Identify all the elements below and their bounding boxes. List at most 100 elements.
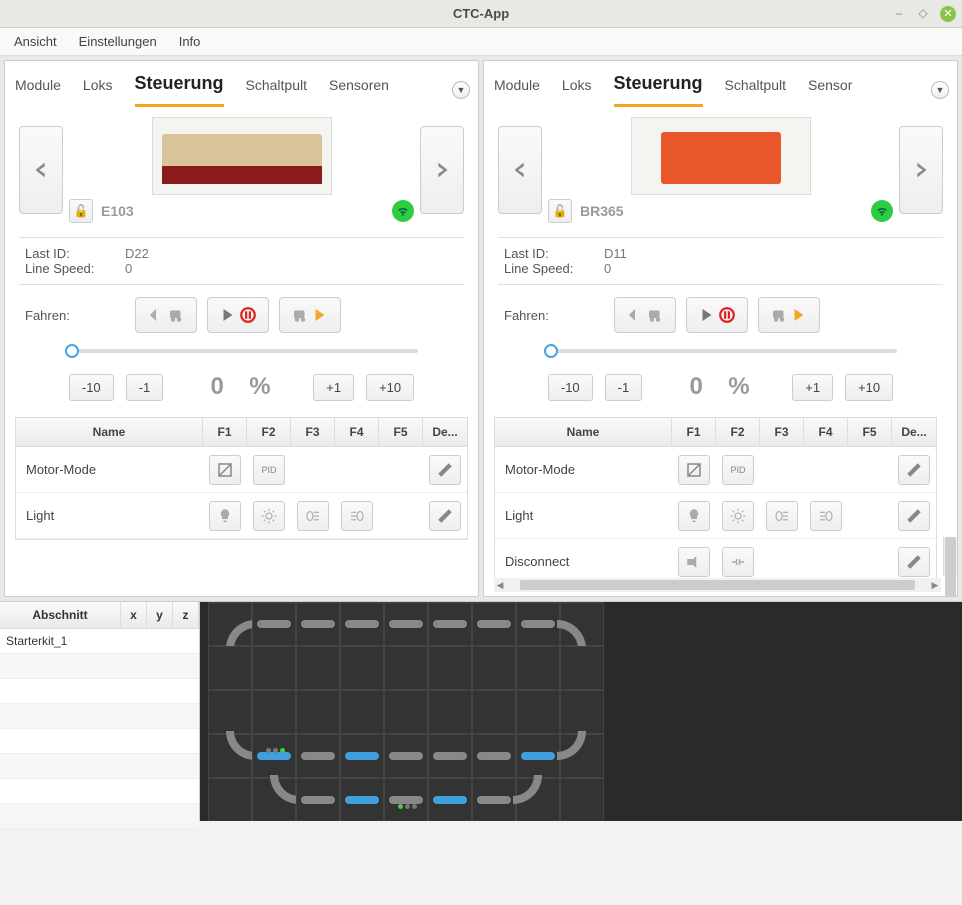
speed-slider[interactable] xyxy=(65,349,418,353)
col-f3[interactable]: F3 xyxy=(760,418,804,446)
drive-reverse-button[interactable] xyxy=(135,297,197,333)
maximize-button[interactable]: ◇ xyxy=(916,6,930,20)
track-canvas[interactable] xyxy=(200,602,962,821)
col-f1[interactable]: F1 xyxy=(203,418,247,446)
light-f4-button[interactable] xyxy=(341,501,373,531)
col-de[interactable]: De... xyxy=(423,418,467,446)
light-f3-button[interactable] xyxy=(297,501,329,531)
light-f2-button[interactable] xyxy=(253,501,285,531)
speed-minus-10-button[interactable]: -10 xyxy=(69,374,114,401)
row-motor-mode: Motor-Mode xyxy=(495,454,672,485)
col-f1[interactable]: F1 xyxy=(672,418,716,446)
edit-light-button[interactable] xyxy=(898,501,930,531)
wifi-icon xyxy=(392,200,414,222)
loco-image xyxy=(152,117,332,195)
edit-light-button[interactable] xyxy=(429,501,461,531)
section-row[interactable] xyxy=(0,754,199,779)
line-speed-value: 0 xyxy=(125,261,132,276)
edit-disconnect-button[interactable] xyxy=(898,547,930,577)
col-f4[interactable]: F4 xyxy=(335,418,379,446)
speed-minus-1-button[interactable]: -1 xyxy=(605,374,643,401)
drive-play-pause-button[interactable] xyxy=(686,297,748,333)
drive-reverse-button[interactable] xyxy=(614,297,676,333)
speed-minus-1-button[interactable]: -1 xyxy=(126,374,164,401)
vertical-scrollbar[interactable] xyxy=(943,537,957,576)
tab-loks[interactable]: Loks xyxy=(562,77,592,103)
disconnect-f2-button[interactable] xyxy=(722,547,754,577)
wifi-icon xyxy=(871,200,893,222)
horizontal-scrollbar[interactable]: ◀▶ xyxy=(494,578,941,592)
tab-schaltpult[interactable]: Schaltpult xyxy=(725,77,786,103)
drive-forward-button[interactable] xyxy=(279,297,341,333)
col-f2[interactable]: F2 xyxy=(716,418,760,446)
speed-plus-1-button[interactable]: +1 xyxy=(313,374,354,401)
close-button[interactable]: ✕ xyxy=(940,6,956,22)
section-row[interactable]: Starterkit_1 xyxy=(0,629,199,654)
control-panel-right: Module Loks Steuerung Schaltpult Sensor … xyxy=(483,60,958,597)
menu-info[interactable]: Info xyxy=(179,34,201,49)
light-f1-button[interactable] xyxy=(678,501,710,531)
col-de[interactable]: De... xyxy=(892,418,936,446)
motor-dir-button[interactable] xyxy=(678,455,710,485)
prev-loco-button[interactable] xyxy=(498,126,542,214)
lock-button[interactable]: 🔓 xyxy=(69,199,93,223)
section-row[interactable] xyxy=(0,654,199,679)
tab-overflow-button[interactable]: ▼ xyxy=(452,81,470,99)
col-f5[interactable]: F5 xyxy=(848,418,892,446)
drive-play-pause-button[interactable] xyxy=(207,297,269,333)
col-name: Name xyxy=(495,418,672,446)
tab-steuerung[interactable]: Steuerung xyxy=(614,73,703,107)
light-f4-button[interactable] xyxy=(810,501,842,531)
tab-sensoren[interactable]: Sensor xyxy=(808,77,852,103)
disconnect-f1-button[interactable] xyxy=(678,547,710,577)
last-id-value: D11 xyxy=(604,246,627,261)
speed-plus-1-button[interactable]: +1 xyxy=(792,374,833,401)
light-f1-button[interactable] xyxy=(209,501,241,531)
col-y[interactable]: y xyxy=(147,602,173,628)
tab-module[interactable]: Module xyxy=(494,77,540,103)
motor-pid-button[interactable]: PID xyxy=(253,455,285,485)
next-loco-button[interactable] xyxy=(899,126,943,214)
section-table: Abschnitt x y z Starterkit_1 xyxy=(0,602,200,821)
edit-motor-button[interactable] xyxy=(429,455,461,485)
col-f3[interactable]: F3 xyxy=(291,418,335,446)
speed-minus-10-button[interactable]: -10 xyxy=(548,374,593,401)
col-f4[interactable]: F4 xyxy=(804,418,848,446)
light-f3-button[interactable] xyxy=(766,501,798,531)
tab-steuerung[interactable]: Steuerung xyxy=(135,73,224,107)
edit-motor-button[interactable] xyxy=(898,455,930,485)
motor-dir-button[interactable] xyxy=(209,455,241,485)
section-row[interactable] xyxy=(0,779,199,804)
tabs-left: Module Loks Steuerung Schaltpult Sensore… xyxy=(5,61,478,107)
last-id-label: Last ID: xyxy=(504,246,604,261)
menu-einstellungen[interactable]: Einstellungen xyxy=(79,34,157,49)
speed-unit: % xyxy=(249,373,279,401)
row-light: Light xyxy=(16,500,203,531)
tab-schaltpult[interactable]: Schaltpult xyxy=(246,77,307,103)
speed-plus-10-button[interactable]: +10 xyxy=(845,374,893,401)
col-f5[interactable]: F5 xyxy=(379,418,423,446)
next-loco-button[interactable] xyxy=(420,126,464,214)
drive-forward-button[interactable] xyxy=(758,297,820,333)
tab-overflow-button[interactable]: ▼ xyxy=(931,81,949,99)
col-f2[interactable]: F2 xyxy=(247,418,291,446)
minimize-button[interactable]: – xyxy=(892,6,906,20)
speed-plus-10-button[interactable]: +10 xyxy=(366,374,414,401)
lock-button[interactable]: 🔓 xyxy=(548,199,572,223)
section-row[interactable] xyxy=(0,704,199,729)
section-row[interactable] xyxy=(0,729,199,754)
track-layout-panel: Abschnitt x y z Starterkit_1 xyxy=(0,601,962,821)
tab-sensoren[interactable]: Sensoren xyxy=(329,77,389,103)
col-abschnitt[interactable]: Abschnitt xyxy=(0,602,121,628)
menu-ansicht[interactable]: Ansicht xyxy=(14,34,57,49)
col-x[interactable]: x xyxy=(121,602,147,628)
light-f2-button[interactable] xyxy=(722,501,754,531)
prev-loco-button[interactable] xyxy=(19,126,63,214)
tab-loks[interactable]: Loks xyxy=(83,77,113,103)
section-row[interactable] xyxy=(0,804,199,829)
section-row[interactable] xyxy=(0,679,199,704)
motor-pid-button[interactable]: PID xyxy=(722,455,754,485)
col-z[interactable]: z xyxy=(173,602,199,628)
speed-slider[interactable] xyxy=(544,349,897,353)
tab-module[interactable]: Module xyxy=(15,77,61,103)
